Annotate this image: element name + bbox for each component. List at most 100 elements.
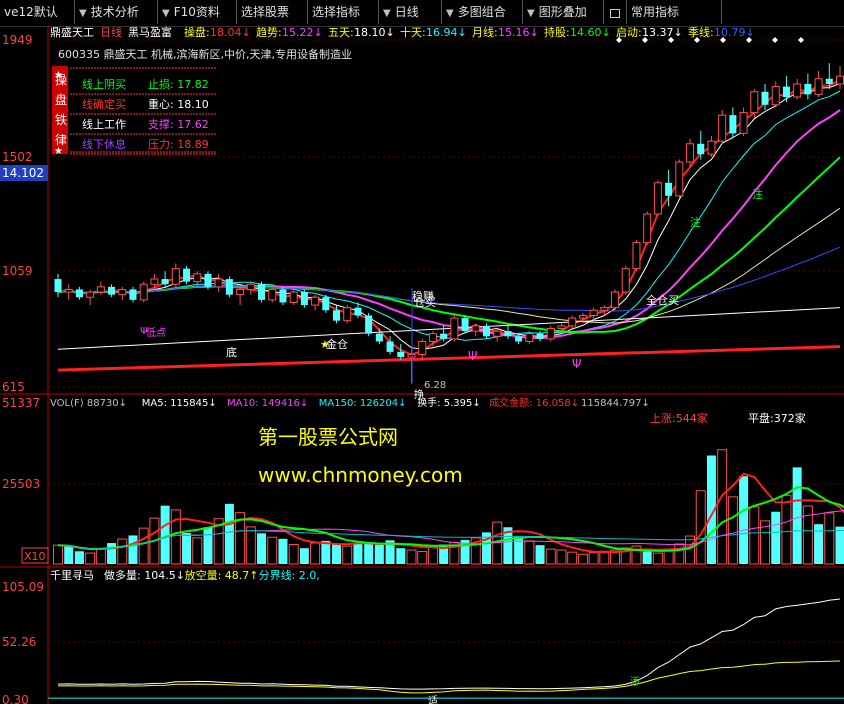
indicator-value: 15.22↓ — [282, 26, 323, 39]
star-icon: ★ — [54, 70, 63, 81]
toolbar-button-5[interactable]: ▼ 日线 — [379, 0, 442, 24]
indicator-label: 月线: — [472, 26, 498, 39]
candle-body — [836, 75, 844, 85]
vol-header-item: 换手: 5.395↓ — [417, 396, 481, 409]
volume-bar — [342, 545, 353, 565]
volume-bar — [514, 536, 524, 564]
candle-body — [225, 279, 233, 295]
indicator-label: 趋势: — [256, 26, 282, 39]
volume-bar — [792, 467, 802, 564]
volume-bar — [257, 533, 267, 564]
candle-body — [183, 268, 191, 282]
candle-body — [771, 86, 780, 106]
rule-label: 线上工作 — [82, 117, 126, 131]
toolbar-button-8[interactable]: 常用指标 — [627, 0, 722, 24]
volume-bar — [545, 548, 556, 565]
volume-bar — [781, 494, 792, 565]
candle-body — [204, 273, 212, 287]
candle-body — [632, 242, 641, 270]
volume-bar — [814, 524, 824, 564]
volume-bar — [674, 543, 685, 565]
period-label: 日线 — [100, 26, 122, 39]
volume-bar — [739, 476, 749, 564]
osc-header-item: 分界线: 2.0, — [259, 568, 320, 582]
volume-bar — [567, 551, 578, 565]
candle-body — [450, 317, 459, 340]
vol-header-item: MA10: 149416↓ — [227, 398, 308, 409]
toolbar-button-label: F10资料 — [173, 5, 220, 19]
volume-bar — [224, 503, 234, 564]
toolbar: ve12默认 ▼ 技术分析 ▼ F10资料 选择股票 选择指标 ▼ 日线 ▼ 多图组合 ▼ 图形叠加 常用… — [0, 0, 844, 27]
toolbar-button-label: 常用指标 — [631, 5, 680, 19]
strategy-name: 黑马盈富 — [128, 26, 172, 39]
toolbar-button-7[interactable]: ▼ 图形叠加 — [523, 0, 604, 24]
toolbar-button-label: 日线 — [394, 5, 419, 19]
candle-body — [193, 273, 202, 283]
toolbar-button-label: ve12默认 — [4, 5, 58, 19]
osc-header-item: 做多量: 104.5↓ — [104, 568, 185, 582]
volume-bar — [749, 506, 760, 565]
candle-body — [289, 291, 298, 303]
osc-title: 千里寻马 — [50, 569, 94, 582]
annotation-note: 注 — [752, 187, 763, 201]
toolbar-button-4[interactable]: 选择指标 — [308, 0, 379, 24]
volume-bar — [417, 551, 428, 565]
volume-bar — [427, 545, 438, 565]
rule-panel-title-char: 律 — [55, 133, 67, 147]
candle-body — [96, 286, 105, 293]
stock-info: 600335 鼎盛天工 机械,滨海新区,中价,天津,专用设备制造业 — [58, 47, 352, 61]
candle-body — [246, 283, 255, 290]
volume-bar — [321, 540, 331, 564]
volume-bar — [107, 543, 117, 564]
chevron-down-icon: ▼ — [383, 8, 391, 19]
candle-body — [440, 333, 448, 339]
volume-bar — [599, 550, 610, 565]
candle-body — [343, 307, 352, 322]
indicator-label: 持股: — [544, 26, 570, 39]
vol-header-item: VOL(F) 88730↓ — [50, 398, 127, 409]
toolbar-button-2[interactable]: ▼ F10资料 — [158, 0, 237, 24]
up-count: 上涨:544家 — [650, 411, 708, 425]
candle-body — [578, 314, 587, 319]
volume-bar — [299, 548, 309, 564]
osc-axis-bottom: 0.30 — [2, 693, 29, 704]
candle-body — [675, 161, 684, 197]
stock-chart: 1949 1502 14.102 1059 615 鼎盛天工 日线 黑马盈富 操盘: 18.04↓… — [0, 26, 844, 704]
volume-bar — [353, 542, 363, 564]
volume-bar — [182, 533, 192, 564]
candle-body — [108, 286, 116, 295]
toolbar-button-label: 技术分析 — [90, 5, 139, 19]
rule-label: 线上阴买 — [82, 77, 126, 91]
volume-bar — [535, 545, 545, 564]
rule-value: 止损: 17.82 — [148, 77, 209, 91]
candle-body — [653, 182, 662, 215]
toolbar-button-label: 选择股票 — [241, 5, 290, 19]
rule-panel-title-char: 铁 — [55, 113, 67, 127]
indicator-value: 13.37↓ — [642, 26, 683, 39]
candle-body — [397, 351, 405, 358]
volume-bar — [406, 549, 417, 565]
candle-body — [493, 330, 502, 337]
toolbar-button-3[interactable]: 选择股票 — [237, 0, 308, 24]
star-icon: ★ — [320, 338, 330, 351]
candle-body — [707, 140, 716, 155]
rule-value: 支撑: 17.62 — [148, 117, 209, 131]
osc-pin: 添 — [630, 675, 640, 688]
toolbar-button-6[interactable]: ▼ 多图组合 — [442, 0, 523, 24]
candle-body — [600, 307, 609, 311]
toolbar-button-1[interactable]: ▼ 技术分析 — [75, 0, 158, 24]
volume-bar — [588, 552, 599, 565]
annotation-full-buy: 全仓买 — [646, 293, 679, 307]
volume-bar — [374, 544, 384, 564]
lock-icon[interactable] — [604, 0, 627, 24]
candle-body — [665, 182, 673, 196]
watermark-url: www.chnmoney.com — [258, 463, 463, 487]
toolbar-button-0[interactable]: ve12默认 — [0, 0, 75, 24]
psi-icon: Ψ — [572, 357, 581, 371]
psi-icon: Ψ — [468, 349, 477, 363]
rule-value: 重心: 18.10 — [148, 97, 209, 111]
indicator-value: 16.94↓ — [426, 26, 467, 39]
candle-body — [418, 340, 427, 355]
candle-body — [161, 279, 169, 285]
current-price-label: 14.102 — [2, 166, 44, 180]
